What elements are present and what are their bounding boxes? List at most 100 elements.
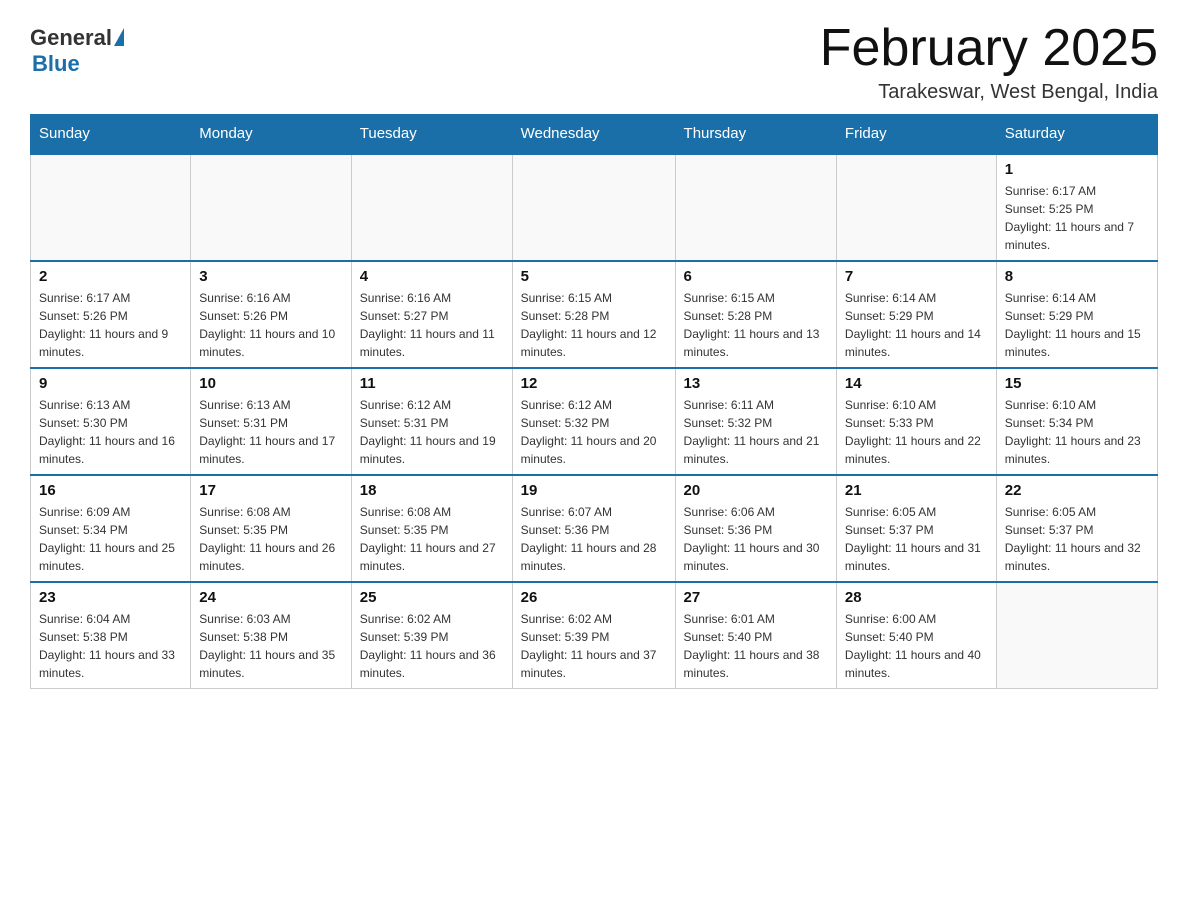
day-info: Sunrise: 6:13 AMSunset: 5:31 PMDaylight:… [199,396,343,468]
day-number: 1 [1005,161,1149,178]
calendar-header-row: SundayMondayTuesdayWednesdayThursdayFrid… [31,115,1158,154]
calendar-day-cell: 17Sunrise: 6:08 AMSunset: 5:35 PMDayligh… [191,475,352,582]
calendar-day-cell: 16 Sunrise: 6:09 AMSunset: 5:34 PMDayligh… [31,475,191,582]
calendar-week-row: 1Sunrise: 6:17 AMSunset: 5:25 PMDaylight… [31,154,1158,262]
day-info: Sunrise: 6:15 AMSunset: 5:28 PMDaylight:… [684,289,828,361]
day-info: Sunrise: 6:05 AMSunset: 5:37 PMDaylight:… [845,503,988,575]
day-info: Sunrise: 6:06 AMSunset: 5:36 PMDaylight:… [684,503,828,575]
day-info: Sunrise: 6:11 AMSunset: 5:32 PMDaylight:… [684,396,828,468]
logo-blue-text: Blue [32,51,80,77]
day-number: 5 [521,268,667,285]
day-number: 15 [1005,375,1149,392]
day-number: 2 [39,268,182,285]
day-number: 19 [521,482,667,499]
calendar-day-cell: 14Sunrise: 6:10 AMSunset: 5:33 PMDayligh… [836,368,996,475]
day-number: 11 [360,375,504,392]
calendar-day-cell: 10 Sunrise: 6:13 AMSunset: 5:31 PMDayligh… [191,368,352,475]
calendar-day-cell: 26 Sunrise: 6:02 AMSunset: 5:39 PMDayligh… [512,582,675,689]
day-number: 22 [1005,482,1149,499]
title-block: February 2025 Tarakeswar, West Bengal, I… [820,20,1158,104]
calendar-day-cell: 28 Sunrise: 6:00 AMSunset: 5:40 PMDayligh… [836,582,996,689]
calendar-day-cell: 13 Sunrise: 6:11 AMSunset: 5:32 PMDayligh… [675,368,836,475]
logo-triangle-icon [114,28,124,46]
day-number: 6 [684,268,828,285]
day-of-week-header: Friday [836,115,996,154]
day-info: Sunrise: 6:03 AMSunset: 5:38 PMDaylight:… [199,610,343,682]
day-info: Sunrise: 6:02 AMSunset: 5:39 PMDaylight:… [360,610,504,682]
calendar-day-cell: 27 Sunrise: 6:01 AMSunset: 5:40 PMDayligh… [675,582,836,689]
day-info: Sunrise: 6:14 AMSunset: 5:29 PMDaylight:… [1005,289,1149,361]
day-number: 13 [684,375,828,392]
calendar-day-cell: 18 Sunrise: 6:08 AMSunset: 5:35 PMDayligh… [351,475,512,582]
day-info: Sunrise: 6:05 AMSunset: 5:37 PMDaylight:… [1005,503,1149,575]
day-number: 25 [360,589,504,606]
calendar-week-row: 23 Sunrise: 6:04 AMSunset: 5:38 PMDayligh… [31,582,1158,689]
calendar-day-cell [351,154,512,262]
day-info: Sunrise: 6:00 AMSunset: 5:40 PMDaylight:… [845,610,988,682]
calendar-week-row: 2 Sunrise: 6:17 AMSunset: 5:26 PMDaylight… [31,261,1158,368]
day-number: 7 [845,268,988,285]
day-number: 26 [521,589,667,606]
day-info: Sunrise: 6:14 AMSunset: 5:29 PMDaylight:… [845,289,988,361]
page-title: February 2025 [820,20,1158,77]
calendar-day-cell [836,154,996,262]
day-number: 12 [521,375,667,392]
day-number: 28 [845,589,988,606]
calendar-day-cell: 9Sunrise: 6:13 AMSunset: 5:30 PMDaylight… [31,368,191,475]
calendar-day-cell: 23 Sunrise: 6:04 AMSunset: 5:38 PMDayligh… [31,582,191,689]
calendar-day-cell: 3 Sunrise: 6:16 AMSunset: 5:26 PMDaylight… [191,261,352,368]
calendar-day-cell: 1Sunrise: 6:17 AMSunset: 5:25 PMDaylight… [996,154,1157,262]
calendar-week-row: 9Sunrise: 6:13 AMSunset: 5:30 PMDaylight… [31,368,1158,475]
day-number: 3 [199,268,343,285]
calendar-day-cell: 11 Sunrise: 6:12 AMSunset: 5:31 PMDayligh… [351,368,512,475]
day-of-week-header: Sunday [31,115,191,154]
day-number: 18 [360,482,504,499]
day-info: Sunrise: 6:12 AMSunset: 5:32 PMDaylight:… [521,396,667,468]
day-info: Sunrise: 6:17 AMSunset: 5:26 PMDaylight:… [39,289,182,361]
day-info: Sunrise: 6:10 AMSunset: 5:34 PMDaylight:… [1005,396,1149,468]
day-info: Sunrise: 6:15 AMSunset: 5:28 PMDaylight:… [521,289,667,361]
logo-general-text: General [30,25,112,51]
day-number: 20 [684,482,828,499]
calendar-day-cell: 4 Sunrise: 6:16 AMSunset: 5:27 PMDaylight… [351,261,512,368]
day-info: Sunrise: 6:01 AMSunset: 5:40 PMDaylight:… [684,610,828,682]
day-info: Sunrise: 6:12 AMSunset: 5:31 PMDaylight:… [360,396,504,468]
day-of-week-header: Wednesday [512,115,675,154]
day-number: 16 [39,482,182,499]
calendar-table: SundayMondayTuesdayWednesdayThursdayFrid… [30,114,1158,689]
day-info: Sunrise: 6:07 AMSunset: 5:36 PMDaylight:… [521,503,667,575]
calendar-day-cell: 2 Sunrise: 6:17 AMSunset: 5:26 PMDaylight… [31,261,191,368]
calendar-day-cell [191,154,352,262]
calendar-day-cell: 8Sunrise: 6:14 AMSunset: 5:29 PMDaylight… [996,261,1157,368]
day-number: 10 [199,375,343,392]
calendar-day-cell: 25 Sunrise: 6:02 AMSunset: 5:39 PMDayligh… [351,582,512,689]
day-of-week-header: Saturday [996,115,1157,154]
day-number: 21 [845,482,988,499]
calendar-day-cell: 24 Sunrise: 6:03 AMSunset: 5:38 PMDayligh… [191,582,352,689]
day-number: 24 [199,589,343,606]
calendar-day-cell: 15 Sunrise: 6:10 AMSunset: 5:34 PMDayligh… [996,368,1157,475]
calendar-week-row: 16 Sunrise: 6:09 AMSunset: 5:34 PMDayligh… [31,475,1158,582]
calendar-day-cell: 19 Sunrise: 6:07 AMSunset: 5:36 PMDayligh… [512,475,675,582]
day-number: 9 [39,375,182,392]
day-number: 4 [360,268,504,285]
day-number: 14 [845,375,988,392]
calendar-day-cell [31,154,191,262]
day-of-week-header: Thursday [675,115,836,154]
day-number: 23 [39,589,182,606]
day-info: Sunrise: 6:16 AMSunset: 5:26 PMDaylight:… [199,289,343,361]
calendar-day-cell [675,154,836,262]
day-number: 27 [684,589,828,606]
day-info: Sunrise: 6:04 AMSunset: 5:38 PMDaylight:… [39,610,182,682]
day-info: Sunrise: 6:16 AMSunset: 5:27 PMDaylight:… [360,289,504,361]
subtitle: Tarakeswar, West Bengal, India [820,81,1158,104]
logo: General Blue [30,20,124,77]
day-info: Sunrise: 6:08 AMSunset: 5:35 PMDaylight:… [360,503,504,575]
day-of-week-header: Tuesday [351,115,512,154]
calendar-day-cell: 22 Sunrise: 6:05 AMSunset: 5:37 PMDayligh… [996,475,1157,582]
calendar-day-cell [996,582,1157,689]
page-header: General Blue February 2025 Tarakeswar, W… [30,20,1158,104]
day-info: Sunrise: 6:09 AMSunset: 5:34 PMDaylight:… [39,503,182,575]
day-info: Sunrise: 6:02 AMSunset: 5:39 PMDaylight:… [521,610,667,682]
calendar-day-cell: 21 Sunrise: 6:05 AMSunset: 5:37 PMDayligh… [836,475,996,582]
